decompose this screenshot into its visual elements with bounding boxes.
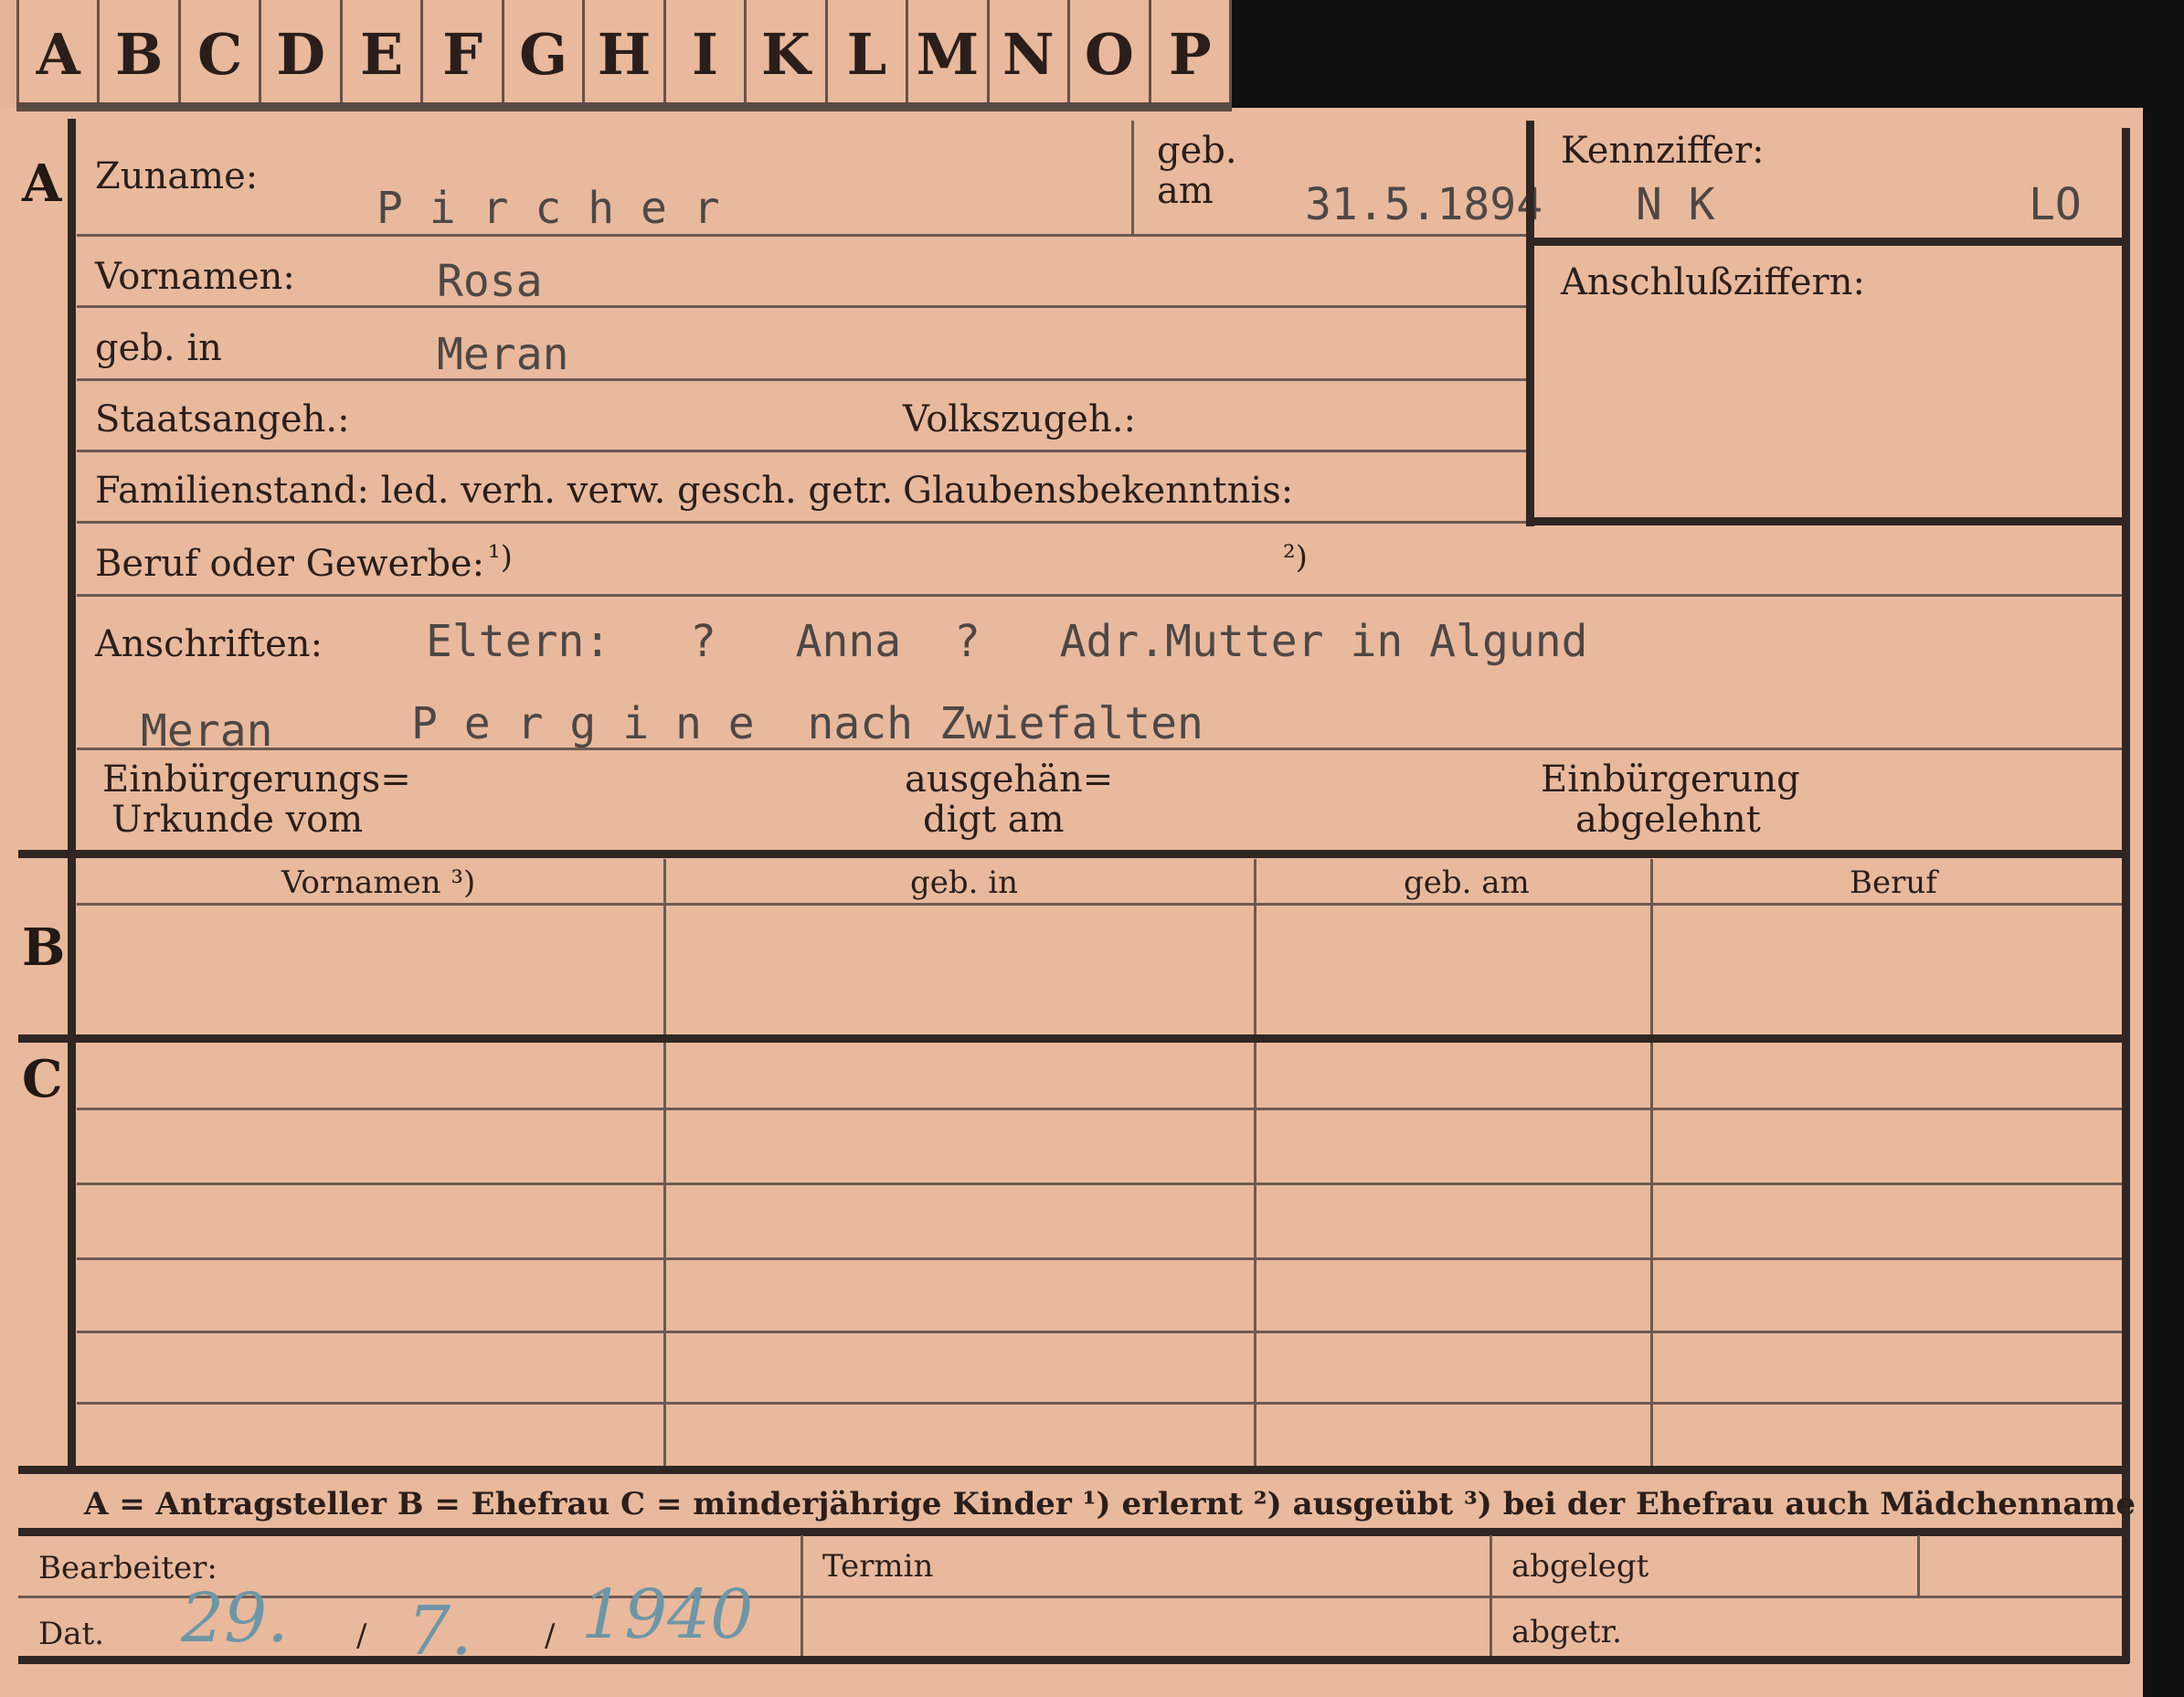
section-c-row-rule-5 [77, 1402, 2122, 1405]
date-sep-1: / [356, 1617, 367, 1654]
col-header-geb-in: geb. in [910, 864, 1019, 901]
tab-o[interactable]: O [1070, 0, 1151, 108]
anschriften-line2-right: P e r g i n e nach Zwiefalten [411, 698, 1203, 749]
beruf-label: Beruf oder Gewerbe: [95, 543, 485, 585]
col-divider-2 [1254, 859, 1256, 1468]
section-a-left-rule [68, 119, 76, 850]
anschriften-label: Anschriften: [95, 623, 323, 665]
section-b-top-rule [18, 850, 2129, 858]
rule-familienstand [77, 521, 1526, 524]
legend-top-rule [18, 1466, 2129, 1474]
tab-i[interactable]: I [666, 0, 747, 108]
tab-b[interactable]: B [100, 0, 181, 108]
date-day: 29. [181, 1579, 289, 1658]
zuname-value: P i r c h e r [376, 183, 720, 234]
tab-n[interactable]: N [990, 0, 1071, 108]
rule-anschriften [77, 748, 2122, 750]
tab-h[interactable]: H [585, 0, 666, 108]
kennziffer-box-divider [1526, 238, 2122, 246]
einbuergerung-label-1: Einbürgerungs= [102, 758, 411, 801]
familienstand-label: Familienstand: led. verh. verw. gesch. g… [95, 470, 894, 512]
legend-bottom-rule [18, 1528, 2129, 1536]
glaubensbekenntnis-label: Glaubensbekenntnis: [903, 470, 1294, 512]
section-b-header-rule [77, 903, 2122, 906]
rule-beruf [77, 594, 2122, 597]
kennziffer-box-bottom [1526, 517, 2129, 525]
section-c-row-rule-3 [77, 1257, 2122, 1260]
tab-e[interactable]: E [343, 0, 424, 108]
kennziffer-box-left [1526, 121, 1534, 526]
bottom-divider-3 [1917, 1535, 1920, 1596]
tab-f[interactable]: F [423, 0, 504, 108]
section-c-top-rule [18, 1034, 2129, 1043]
section-c-row-rule-1 [77, 1108, 2122, 1110]
kennziffer-value-left: N K [1636, 179, 1715, 230]
section-b-marker: B [22, 917, 66, 978]
abgelegt-label: abgelegt [1511, 1548, 1649, 1585]
rule-zuname [77, 234, 1526, 237]
dat-label: Dat. [38, 1616, 105, 1652]
zuname-label: Zuname: [95, 155, 259, 197]
tab-m[interactable]: M [908, 0, 990, 108]
geb-am-label-line1: geb. [1157, 130, 1237, 172]
tab-c[interactable]: C [181, 0, 262, 108]
tab-d[interactable]: D [261, 0, 343, 108]
kennziffer-value-right: LO [2029, 179, 2082, 230]
right-frame-rule [2122, 128, 2130, 1663]
rule-geb-in [77, 378, 1526, 381]
section-c-row-rule-2 [77, 1183, 2122, 1185]
legend-text: A = Antragsteller B = Ehefrau C = minder… [84, 1486, 2136, 1522]
zuname-divider [1131, 121, 1134, 234]
geb-in-value: Meran [437, 329, 569, 380]
abgelehnt-label-2: abgelehnt [1575, 799, 1761, 841]
beruf-footnote-1: ¹) [488, 539, 513, 576]
col-divider-3 [1650, 859, 1653, 1468]
ausgehaendigt-label-1: ausgehän= [905, 758, 1114, 801]
tabs-base-rule [16, 102, 1232, 111]
volkszugeh-label: Volkszugeh.: [903, 398, 1136, 440]
staatsangeh-label: Staatsangeh.: [95, 398, 350, 440]
anschriften-line1: Eltern: ? Anna ? Adr.Mutter in Algund [426, 616, 1588, 667]
beruf-footnote-2: ²) [1283, 539, 1308, 576]
abgetr-label: abgetr. [1511, 1614, 1622, 1650]
tab-l[interactable]: L [828, 0, 909, 108]
geb-in-label: geb. in [95, 327, 222, 369]
tab-k[interactable]: K [747, 0, 828, 108]
alphabet-tabs: A B C D E F G H I K L M N O P [16, 0, 1233, 108]
card-bottom-rule [18, 1656, 2129, 1664]
section-c-marker: C [22, 1049, 63, 1109]
anschlussziffern-label: Anschlußziffern: [1561, 261, 1865, 303]
rule-vornamen [77, 305, 1526, 308]
kennziffer-label: Kennziffer: [1561, 130, 1765, 172]
section-c-row-rule-4 [77, 1331, 2122, 1333]
einbuergerung-label-2: Urkunde vom [111, 799, 364, 841]
section-a-marker: A [22, 154, 62, 214]
ausgehaendigt-label-2: digt am [923, 799, 1065, 841]
col-header-geb-am: geb. am [1404, 864, 1530, 901]
tab-g[interactable]: G [504, 0, 586, 108]
col-header-vornamen: Vornamen ³) [281, 864, 476, 901]
termin-label: Termin [822, 1548, 934, 1585]
col-divider-1 [663, 859, 666, 1468]
bottom-mid-rule [18, 1596, 2122, 1598]
tab-a[interactable]: A [16, 0, 101, 108]
date-sep-2: / [545, 1617, 556, 1654]
date-year: 1940 [581, 1575, 754, 1654]
tab-p[interactable]: P [1151, 0, 1233, 108]
abgelehnt-label-1: Einbürgerung [1541, 758, 1800, 801]
vornamen-value: Rosa [437, 256, 543, 307]
section-bc-left-rule [68, 854, 76, 1469]
vornamen-label: Vornamen: [95, 256, 295, 298]
col-header-beruf: Beruf [1850, 864, 1937, 901]
geb-am-value: 31.5.1894 [1305, 179, 1543, 230]
rule-staatsangeh [77, 450, 1526, 452]
geb-am-label-line2: am [1157, 170, 1214, 212]
